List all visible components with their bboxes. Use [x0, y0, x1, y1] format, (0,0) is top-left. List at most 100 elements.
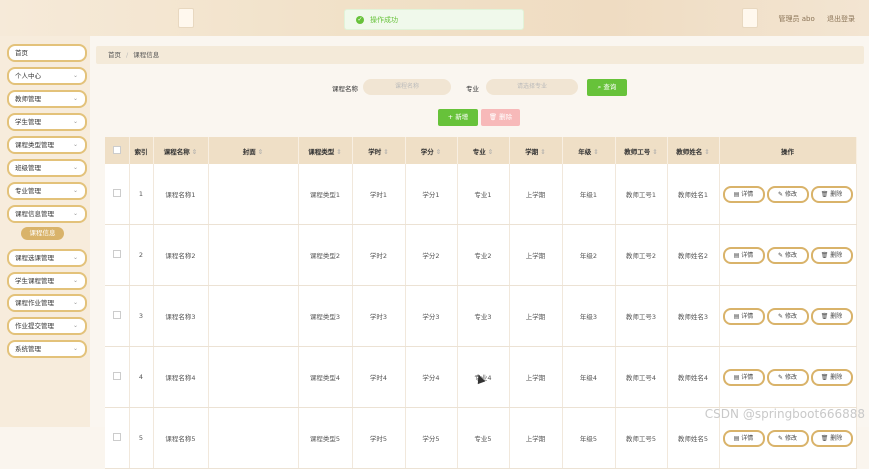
sidebar-item[interactable]: 教师管理 ⌄ [7, 90, 87, 108]
cell-credit: 学分4 [405, 346, 458, 408]
row-checkbox[interactable] [112, 250, 121, 258]
sidebar-item[interactable]: 个人中心 ⌄ [7, 67, 87, 85]
cell-type: 课程类型3 [298, 285, 353, 347]
cell-credit: 学分5 [405, 407, 458, 469]
row-delete-button[interactable]: 🗑 删除 [810, 429, 853, 447]
delete-icon: 🗑 [820, 373, 831, 381]
sort-icon[interactable]: ⇕ [488, 148, 493, 156]
sort-icon[interactable]: ⇕ [192, 148, 197, 156]
toast-message: 操作成功 [370, 15, 398, 24]
row-delete-button[interactable]: 🗑 删除 [810, 185, 853, 203]
cell-hours: 学时1 [352, 164, 406, 225]
row-delete-button[interactable]: 🗑 删除 [810, 246, 853, 264]
cell-grade: 年级3 [562, 285, 616, 347]
detail-button[interactable]: ▤ 详情 [722, 246, 765, 264]
cell-major: 专业1 [457, 164, 510, 225]
sort-icon[interactable]: ⇕ [540, 148, 545, 156]
column-header[interactable]: 专业 ⇕ [457, 137, 510, 164]
row-delete-button[interactable]: 🗑 删除 [810, 307, 853, 325]
column-header[interactable]: 学时 ⇕ [352, 137, 406, 164]
decor-icon [178, 8, 194, 28]
cell-teacher_name: 教师姓名4 [667, 346, 720, 408]
row-checkbox[interactable] [112, 372, 121, 380]
delete-icon: 🗑 [820, 312, 831, 320]
select-all-checkbox[interactable] [112, 145, 121, 154]
cell-major: 专业3 [457, 285, 510, 347]
edit-button[interactable]: ✎ 修改 [766, 246, 809, 264]
column-header[interactable]: 课程名称 ⇕ [153, 137, 209, 164]
cell-name: 课程名称1 [153, 164, 209, 225]
row-checkbox[interactable] [112, 189, 121, 197]
sort-icon[interactable]: ⇕ [436, 148, 441, 156]
sidebar-item[interactable]: 课程作业管理 ⌄ [7, 294, 87, 312]
cell-name: 课程名称3 [153, 285, 209, 347]
add-button[interactable]: + 新增 [438, 109, 478, 126]
cell-index: 5 [129, 407, 154, 469]
row-checkbox[interactable] [112, 311, 121, 319]
sidebar-item[interactable]: 作业提交管理 ⌄ [7, 317, 87, 335]
delete-icon: 🗑 [820, 251, 831, 259]
delete-button[interactable]: 🗑 删除 [481, 109, 520, 126]
cell-type: 课程类型1 [298, 164, 353, 225]
cell-type: 课程类型4 [298, 346, 353, 408]
check-icon: ✓ [356, 15, 364, 24]
main-content: 首页 / 课程信息 课程名称 课程名称 专业 请选择专业 ⌕ 查询 + 新增 🗑 删… [90, 36, 869, 469]
sort-icon[interactable]: ⇕ [336, 148, 341, 156]
sidebar: 首页个人中心 ⌄ 教师管理 ⌄ 学生管理 ⌄ 课程类型管理 ⌄ 班级管理 ⌄ 专业管理 ⌄ 课程信息管理… [0, 36, 90, 427]
cell-term: 上学期 [509, 224, 563, 286]
sidebar-item[interactable]: 首页 [7, 44, 87, 62]
cell-type: 课程类型2 [298, 224, 353, 286]
chevron-down-icon: ⌄ [72, 345, 78, 352]
sidebar-item[interactable]: 班级管理 ⌄ [7, 159, 87, 177]
cell-name: 课程名称5 [153, 407, 209, 469]
sidebar-item[interactable]: 学生课程管理 ⌄ [7, 272, 87, 290]
cell-teacher_no: 教师工号4 [615, 346, 668, 408]
cell-hours: 学时2 [352, 224, 406, 286]
sort-icon[interactable]: ⇕ [652, 148, 657, 156]
detail-button[interactable]: ▤ 详情 [722, 368, 765, 386]
sort-icon[interactable]: ⇕ [258, 148, 263, 156]
sidebar-subitem-active[interactable]: 课程信息 [21, 227, 64, 240]
column-header[interactable]: 封面 ⇕ [208, 137, 299, 164]
edit-button[interactable]: ✎ 修改 [766, 185, 809, 203]
cell-grade: 年级5 [562, 407, 616, 469]
major-select[interactable]: 请选择专业 [486, 79, 578, 95]
edit-button[interactable]: ✎ 修改 [766, 307, 809, 325]
sort-icon[interactable]: ⇕ [383, 148, 388, 156]
table-row: 2 课程名称2 课程类型2 学时2 学分2 专业2 上学期 年级2 教师工号2 教师姓名2 ▤ 详情… [105, 224, 857, 286]
sort-icon[interactable]: ⇕ [593, 148, 598, 156]
column-header[interactable]: 年级 ⇕ [562, 137, 616, 164]
detail-button[interactable]: ▤ 详情 [722, 307, 765, 325]
user-area: 管理员 abo 退出登录 [769, 14, 855, 24]
sidebar-item[interactable]: 系统管理 ⌄ [7, 340, 87, 358]
detail-button[interactable]: ▤ 详情 [722, 185, 765, 203]
cell-teacher_no: 教师工号5 [615, 407, 668, 469]
detail-button[interactable]: ▤ 详情 [722, 429, 765, 447]
user-role: 管理员 abo [778, 15, 815, 23]
cell-index: 3 [129, 285, 154, 347]
chevron-down-icon: ⌄ [72, 95, 78, 102]
column-header[interactable]: 学分 ⇕ [405, 137, 458, 164]
column-header: 索引 [129, 137, 154, 164]
sidebar-item[interactable]: 学生管理 ⌄ [7, 113, 87, 131]
query-button[interactable]: ⌕ 查询 [587, 79, 627, 96]
edit-button[interactable]: ✎ 修改 [766, 368, 809, 386]
sidebar-item[interactable]: 课程信息管理 ⌄ [7, 205, 87, 223]
cell-actions: ▤ 详情 ✎ 修改 🗑 删除 [719, 285, 857, 347]
edit-button[interactable]: ✎ 修改 [766, 429, 809, 447]
row-delete-button[interactable]: 🗑 删除 [810, 368, 853, 386]
column-header[interactable]: 学期 ⇕ [509, 137, 563, 164]
course-name-input[interactable]: 课程名称 [363, 79, 451, 95]
sidebar-item[interactable]: 专业管理 ⌄ [7, 182, 87, 200]
breadcrumb-home[interactable]: 首页 [108, 51, 121, 59]
sort-icon[interactable]: ⇕ [704, 148, 709, 156]
column-header[interactable]: 教师姓名 ⇕ [667, 137, 720, 164]
column-header[interactable]: 教师工号 ⇕ [615, 137, 668, 164]
chevron-down-icon: ⌄ [72, 210, 78, 217]
column-header[interactable]: 课程类型 ⇕ [298, 137, 353, 164]
row-checkbox[interactable] [112, 433, 121, 441]
sidebar-item[interactable]: 课程类型管理 ⌄ [7, 136, 87, 154]
logout-link[interactable]: 退出登录 [827, 15, 855, 23]
decor-icon [742, 8, 758, 28]
sidebar-item[interactable]: 课程选课管理 ⌄ [7, 249, 87, 267]
